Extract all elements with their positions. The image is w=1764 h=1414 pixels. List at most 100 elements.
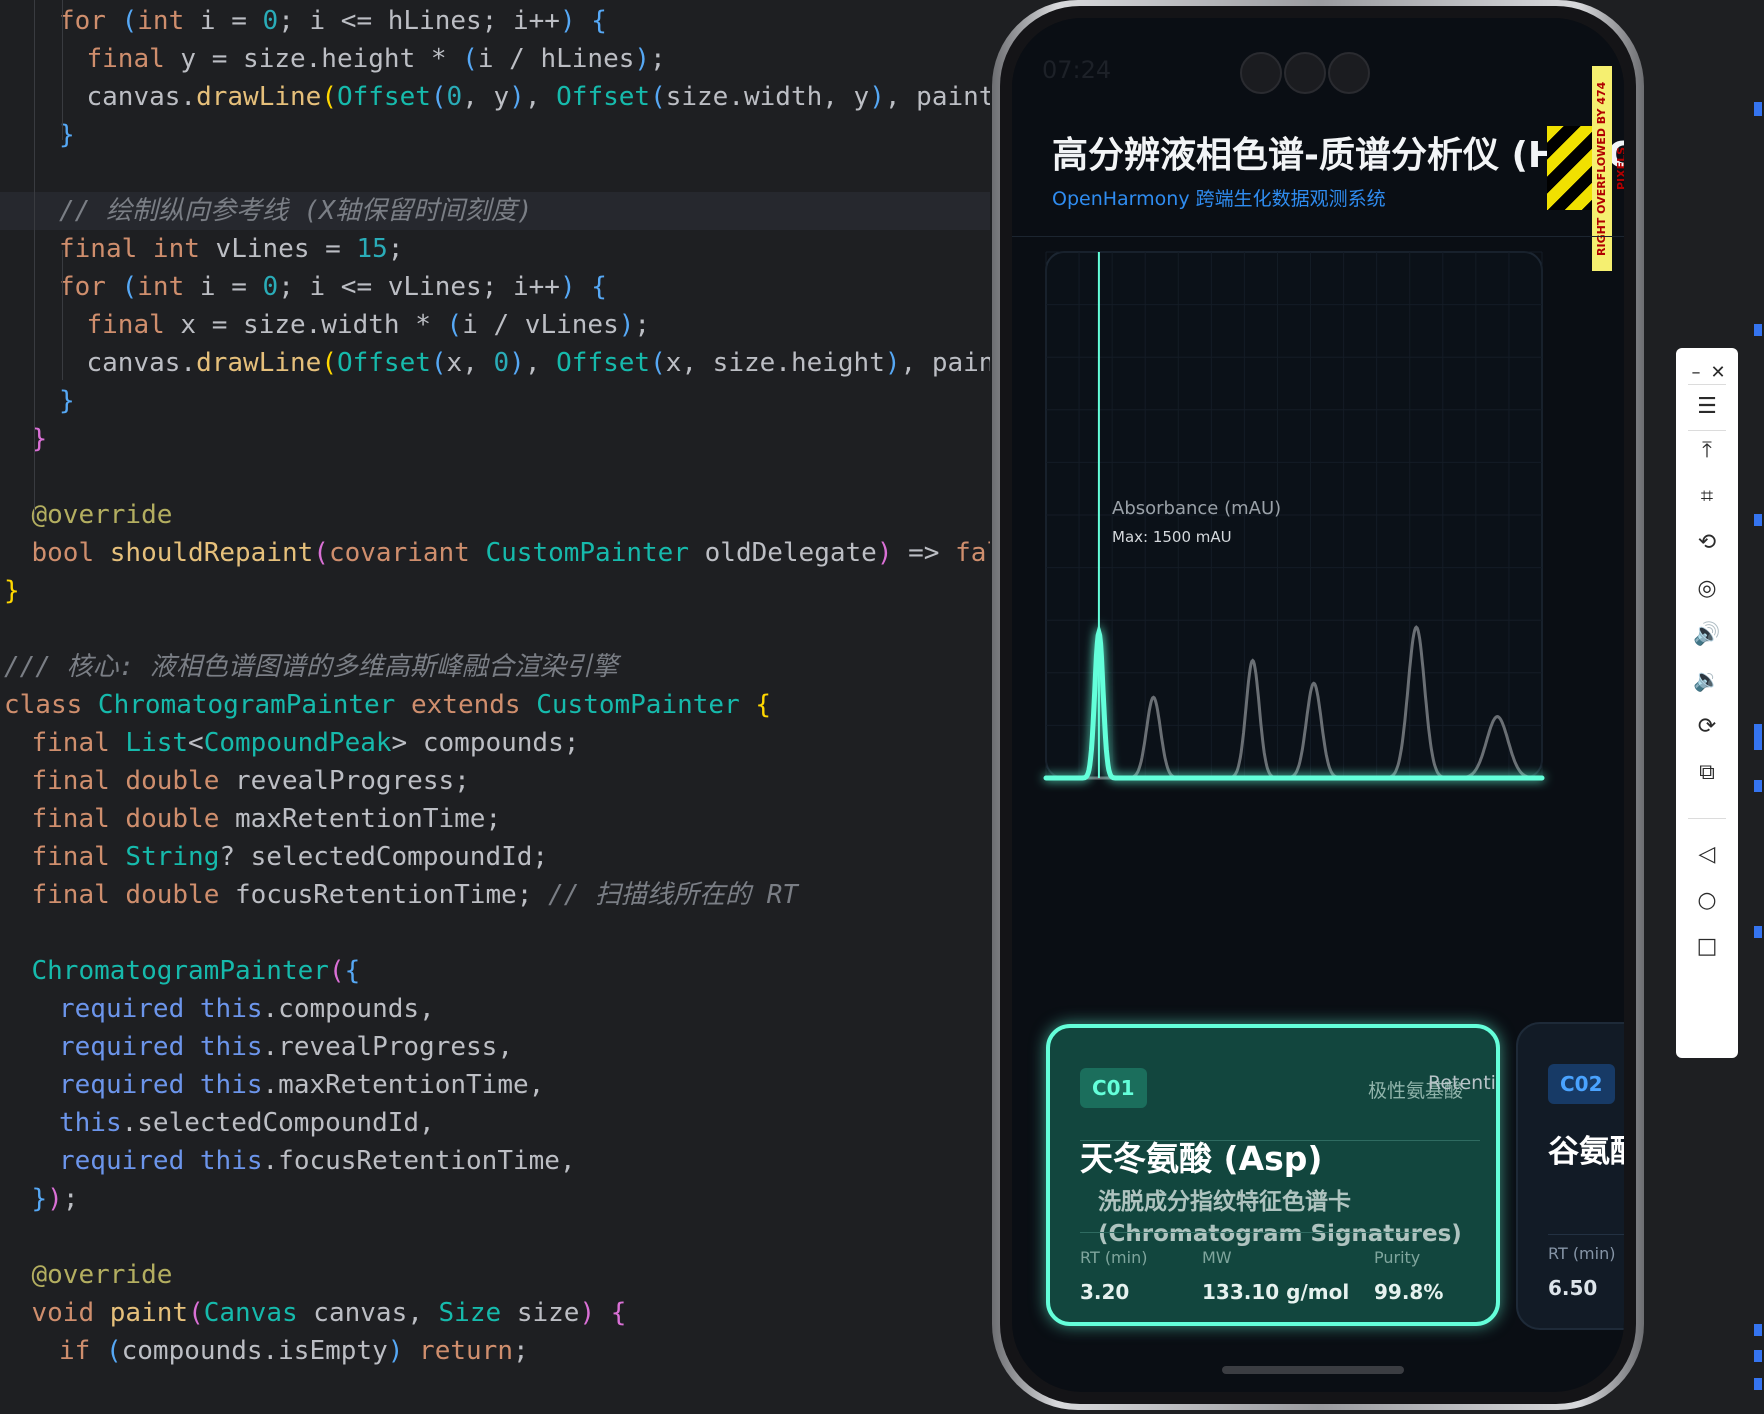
- code-token: revealProgress;: [235, 766, 470, 796]
- code-token: (: [321, 82, 337, 112]
- code-token: maxRetentionTime;: [235, 804, 502, 834]
- code-token: (: [321, 348, 337, 378]
- code-line[interactable]: final x = size.width * (i / vLines);: [0, 306, 651, 344]
- pin-top-icon[interactable]: ⤒: [1676, 436, 1738, 466]
- phone-frame: 07:24 高分辨液相色谱-质谱分析仪 (HPLC-MS) RIGHT OVER…: [992, 0, 1644, 1410]
- indent-guide: [62, 250, 63, 380]
- rotate-icon[interactable]: ⟲: [1676, 528, 1738, 558]
- code-token: int: [137, 272, 200, 302]
- multi-device-icon[interactable]: ⧉: [1676, 758, 1738, 788]
- code-line[interactable]: bool shouldRepaint(covariant CustomPaint…: [0, 534, 991, 572]
- code-token: @override: [31, 1260, 173, 1290]
- code-line[interactable]: canvas.drawLine(Offset(x, 0), Offset(x, …: [0, 344, 991, 382]
- code-token: .selectedCompoundId,: [121, 1108, 435, 1138]
- code-line[interactable]: final double maxRetentionTime;: [0, 800, 502, 838]
- code-line[interactable]: for (int i = 0; i <= hLines; i++) {: [0, 2, 607, 40]
- code-editor[interactable]: for (int i = 0; i <= hLines; i++) {final…: [0, 0, 990, 1414]
- toolbar-divider: [1688, 384, 1726, 385]
- gutter-mark: [1754, 1350, 1762, 1362]
- code-line[interactable]: final double focusRetentionTime; // 扫描线所…: [0, 876, 799, 914]
- code-line[interactable]: }: [0, 420, 48, 458]
- code-token: (: [430, 82, 447, 112]
- code-line[interactable]: required this.maxRetentionTime,: [0, 1066, 544, 1104]
- code-line[interactable]: }: [0, 572, 20, 610]
- code-line[interactable]: if (compounds.isEmpty) return;: [0, 1332, 529, 1370]
- code-line[interactable]: }: [0, 382, 75, 420]
- code-token: Offset: [336, 82, 431, 112]
- code-token: final: [31, 880, 126, 910]
- code-line[interactable]: @override: [0, 496, 173, 534]
- home-icon[interactable]: ○: [1676, 886, 1738, 916]
- code-token: String: [125, 842, 220, 872]
- code-token: oldDelegate: [704, 538, 877, 568]
- rotate-device-icon[interactable]: ⟳: [1676, 712, 1738, 742]
- code-token: canvas.: [86, 82, 197, 112]
- code-line[interactable]: canvas.drawLine(Offset(0, y), Offset(siz…: [0, 78, 991, 116]
- y-axis-label: Absorbance (mAU): [1112, 498, 1281, 519]
- code-line[interactable]: [0, 154, 4, 192]
- status-bar: 07:24: [1012, 18, 1624, 118]
- code-token: 0: [493, 348, 510, 378]
- code-token: (: [121, 272, 138, 302]
- code-token: ): [579, 1298, 596, 1328]
- code-token: (: [105, 1336, 122, 1366]
- crop-icon[interactable]: ⌗: [1676, 482, 1738, 512]
- code-line[interactable]: required this.focusRetentionTime,: [0, 1142, 576, 1180]
- metric-label: MW: [1202, 1248, 1232, 1267]
- code-line[interactable]: });: [0, 1180, 79, 1218]
- back-icon[interactable]: ◁: [1676, 840, 1738, 870]
- code-token: }: [4, 576, 20, 606]
- home-indicator[interactable]: [1222, 1366, 1404, 1374]
- code-line[interactable]: }: [0, 116, 75, 154]
- code-token: ): [876, 538, 893, 568]
- code-token: }: [59, 386, 75, 416]
- code-line[interactable]: class ChromatogramPainter extends Custom…: [0, 686, 771, 724]
- code-token: {: [755, 690, 772, 720]
- code-line[interactable]: [0, 610, 4, 648]
- code-line[interactable]: ChromatogramPainter({: [0, 952, 361, 990]
- metric-value: 99.8%: [1374, 1280, 1444, 1304]
- code-line[interactable]: void paint(Canvas canvas, Size size) {: [0, 1294, 627, 1332]
- compound-name: 天冬氨酸 (Asp): [1080, 1139, 1323, 1178]
- compound-card-c01[interactable]: C01 极性氨基酸 Retention T 天冬氨酸 (Asp) 洗脱成分指纹特…: [1046, 1024, 1500, 1326]
- phone-screen[interactable]: 07:24 高分辨液相色谱-质谱分析仪 (HPLC-MS) RIGHT OVER…: [1012, 18, 1624, 1392]
- code-token: CustomPainter: [485, 538, 705, 568]
- code-line[interactable]: final String? selectedCompoundId;: [0, 838, 549, 876]
- code-line[interactable]: @override: [0, 1256, 173, 1294]
- code-token: 0: [262, 272, 279, 302]
- code-line[interactable]: // 绘制纵向参考线 (X轴保留时间刻度): [0, 192, 990, 230]
- gutter-mark: [1754, 1324, 1762, 1336]
- code-line[interactable]: [0, 914, 4, 952]
- code-token: (: [121, 6, 138, 36]
- code-line[interactable]: final List<CompoundPeak> compounds;: [0, 724, 580, 762]
- emulator-toolbar: – ✕ ☰ ⤒ ⌗ ⟲ ◎ 🔊 🔉 ⟳ ⧉ ◁ ○ □: [1676, 348, 1738, 1058]
- code-line[interactable]: final y = size.height * (i / hLines);: [0, 40, 666, 78]
- code-token: double: [125, 766, 235, 796]
- compound-id-badge: C01: [1080, 1068, 1147, 1108]
- compound-card-c02[interactable]: C02 谷氨酸 RT (min) 6.50: [1516, 1022, 1624, 1330]
- code-token: (: [650, 82, 666, 112]
- code-line[interactable]: required this.compounds,: [0, 990, 435, 1028]
- code-token: ): [509, 82, 525, 112]
- screenshot-icon[interactable]: ◎: [1676, 574, 1738, 604]
- code-token: canvas,: [313, 1298, 439, 1328]
- chromatogram-chart[interactable]: Absorbance (mAU) Max: 1500 mAU: [1012, 248, 1624, 808]
- overflow-warning: RIGHT OVERFLOWED BY 474 PIXELS: [1592, 66, 1624, 271]
- code-token: i =: [199, 272, 263, 302]
- code-line[interactable]: [0, 1218, 4, 1256]
- compound-id-badge: C02: [1548, 1064, 1615, 1104]
- code-line[interactable]: this.selectedCompoundId,: [0, 1104, 435, 1142]
- code-line[interactable]: final double revealProgress;: [0, 762, 470, 800]
- code-line[interactable]: /// 核心: 液相色谱图谱的多维高斯峰融合渲染引擎: [0, 648, 618, 686]
- recents-icon[interactable]: □: [1676, 932, 1738, 962]
- code-line[interactable]: for (int i = 0; i <= vLines; i++) {: [0, 268, 607, 306]
- code-token: , paint: [884, 82, 990, 112]
- menu-icon[interactable]: ☰: [1676, 392, 1738, 422]
- code-token: ): [559, 272, 576, 302]
- code-token: Size: [438, 1298, 517, 1328]
- code-line[interactable]: final int vLines = 15;: [0, 230, 403, 268]
- volume-down-icon[interactable]: 🔉: [1676, 666, 1738, 696]
- code-line[interactable]: required this.revealProgress,: [0, 1028, 513, 1066]
- code-line[interactable]: [0, 458, 4, 496]
- volume-up-icon[interactable]: 🔊: [1676, 620, 1738, 650]
